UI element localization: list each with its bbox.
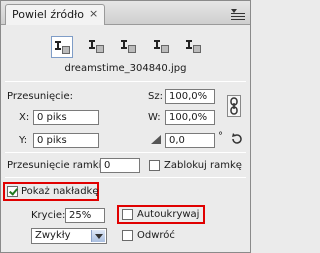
clone-source-panel: Powiel źródło × dreamstime_304840.jpg Pr… — [0, 0, 251, 253]
offset-heading: Przesunięcie: — [7, 91, 73, 102]
frame-offset-label: Przesunięcie ramki: — [7, 160, 105, 171]
offset-y-input[interactable]: 0 piks — [33, 133, 99, 148]
divider — [5, 152, 246, 153]
offset-x-input[interactable]: 0 piks — [33, 110, 99, 125]
show-overlay-checkbox[interactable] — [7, 186, 18, 197]
opacity-label: Krycie: — [31, 210, 66, 221]
clone-source-5-button[interactable] — [183, 36, 205, 58]
frame-offset-input[interactable]: 0 — [100, 158, 140, 173]
angle-icon — [151, 135, 161, 144]
divider — [5, 177, 246, 178]
chevron-down-icon — [91, 230, 105, 242]
opacity-input[interactable]: 25% — [65, 208, 105, 223]
blend-mode-select[interactable]: Zwykły — [31, 228, 107, 244]
width-scale-input[interactable]: 100,0% — [165, 89, 215, 104]
lock-frame-checkbox[interactable] — [149, 160, 160, 171]
clone-source-4-button[interactable] — [151, 36, 173, 58]
height-scale-input[interactable]: 100,0% — [165, 110, 215, 125]
chain-link-icon — [230, 97, 238, 115]
tab-title: Powiel źródło — [12, 8, 84, 21]
lock-frame-label: Zablokuj ramkę — [164, 160, 242, 171]
divider — [5, 81, 246, 82]
clone-source-icon — [154, 40, 169, 53]
autohide-checkbox[interactable] — [122, 209, 133, 220]
clone-source-icon — [121, 40, 136, 53]
height-label: W: — [148, 112, 161, 123]
offset-x-label: X: — [19, 112, 30, 123]
invert-label: Odwróć — [137, 230, 175, 241]
degree-unit: ° — [218, 131, 223, 142]
panel-titlebar: Powiel źródło × — [1, 1, 250, 25]
show-overlay-label: Pokaż nakładkę — [21, 186, 99, 197]
close-icon[interactable]: × — [89, 8, 99, 19]
reset-transform-icon[interactable] — [230, 132, 244, 146]
tab-clone-source[interactable]: Powiel źródło × — [5, 4, 105, 25]
link-scale-button[interactable] — [227, 95, 241, 117]
blend-mode-value: Zwykły — [35, 230, 71, 241]
clone-source-icon — [55, 41, 70, 54]
angle-input[interactable]: 0,0 — [165, 133, 215, 148]
autohide-label: Autoukrywaj — [137, 209, 200, 220]
clone-source-1-button[interactable] — [51, 36, 73, 58]
width-label: Sz: — [148, 91, 163, 102]
clone-source-icon — [186, 40, 201, 53]
clone-source-3-button[interactable] — [118, 36, 140, 58]
offset-y-label: Y: — [19, 135, 28, 146]
clone-source-2-button[interactable] — [86, 36, 108, 58]
clone-source-icon — [89, 40, 104, 53]
source-filename: dreamstime_304840.jpg — [64, 63, 187, 74]
panel-menu-icon[interactable] — [231, 7, 245, 20]
invert-checkbox[interactable] — [122, 230, 133, 241]
